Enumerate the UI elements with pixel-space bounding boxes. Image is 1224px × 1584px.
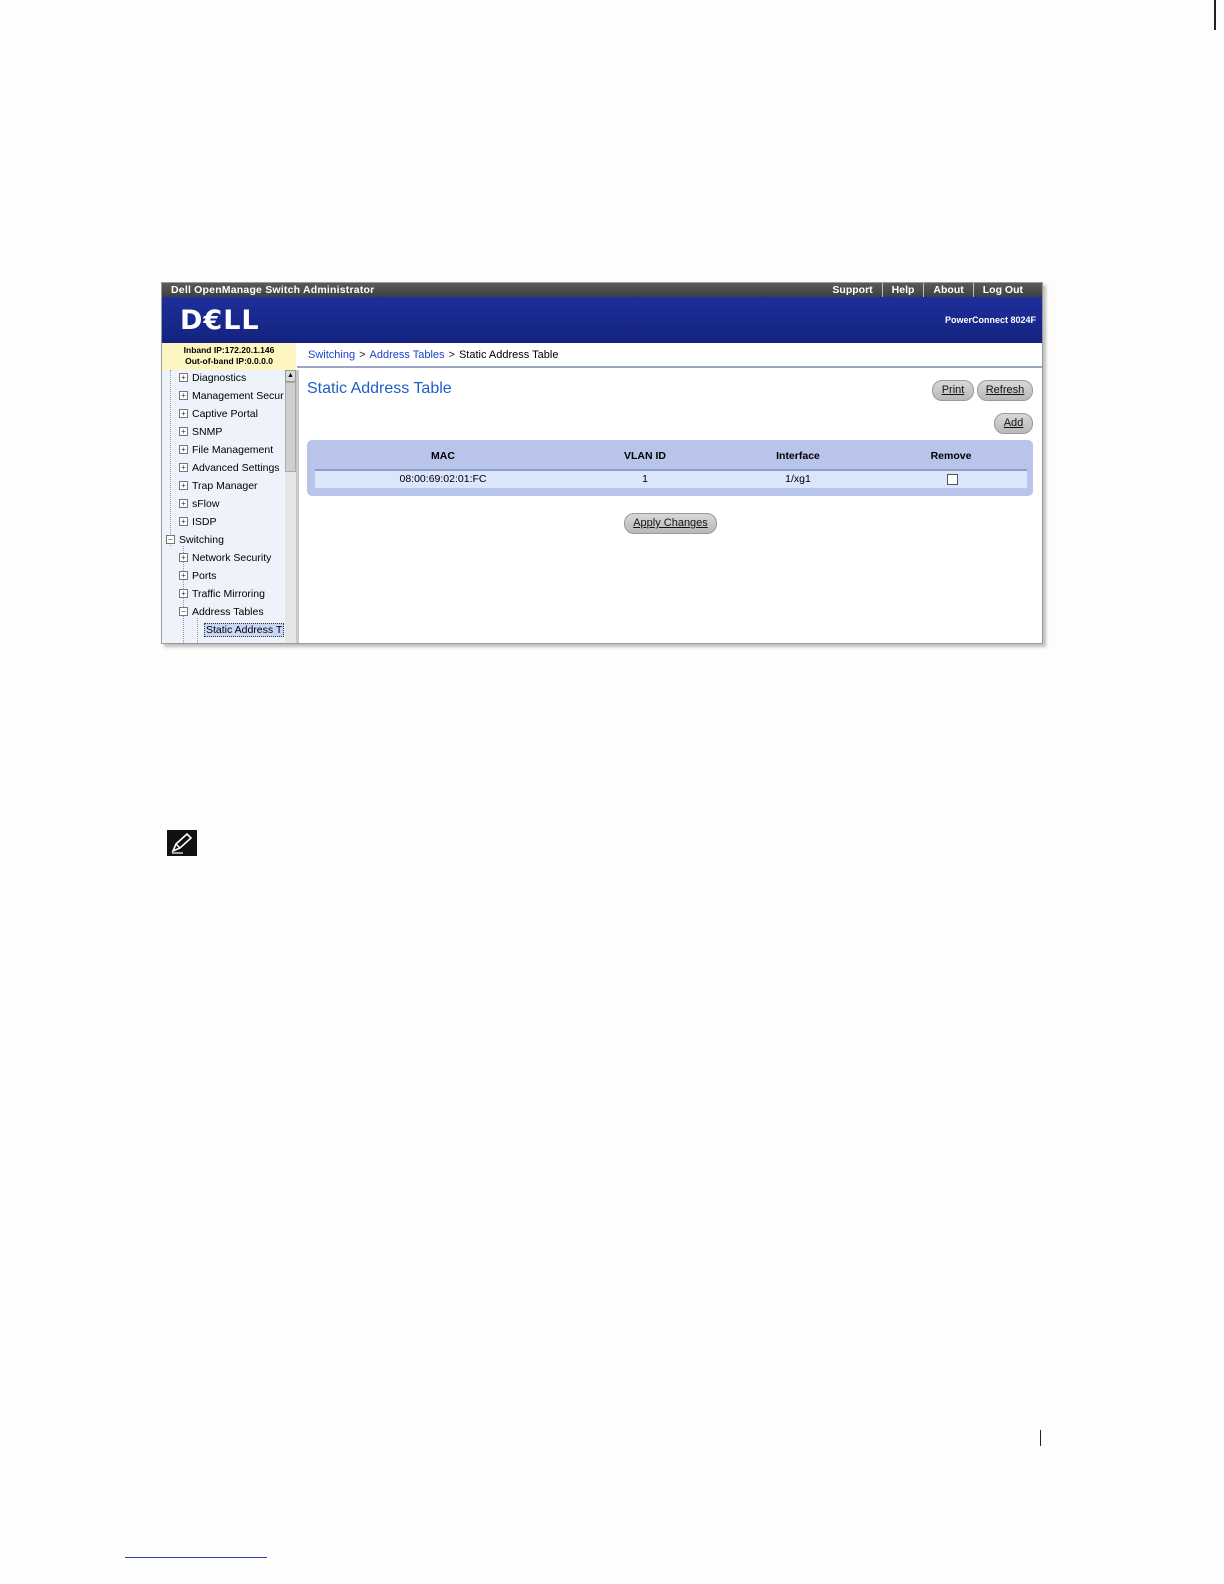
app-title: Dell OpenManage Switch Administrator (171, 284, 375, 296)
sidebar-item-static-address-table[interactable]: Static Address T (204, 622, 284, 640)
sidebar-scrollbar[interactable]: ▲ (285, 370, 296, 643)
breadcrumb-address-tables[interactable]: Address Tables (370, 349, 445, 361)
cell-interface: 1/xg1 (785, 473, 811, 485)
nav-tree-panel: + Diagnostics + Management Securi + Captive… (162, 370, 299, 643)
about-link[interactable]: About (923, 283, 972, 297)
main-content: Static Address Table Print Refresh Add M… (302, 370, 1042, 643)
breadcrumb: Switching > Address Tables > Static Address … (297, 343, 1042, 368)
sidebar-item-snmp[interactable]: + SNMP (179, 424, 222, 442)
remove-checkbox[interactable] (947, 474, 958, 485)
title-bar: Dell OpenManage Switch Administrator Sup… (162, 283, 1042, 297)
print-button[interactable]: Print (932, 380, 974, 401)
scroll-thumb[interactable] (285, 382, 296, 472)
sidebar-item-sflow[interactable]: + sFlow (179, 496, 219, 514)
sidebar-item-file-management[interactable]: + File Management (179, 442, 273, 460)
ip-info: Inband IP:172.20.1.146 Out-of-band IP:0.… (162, 343, 296, 370)
page-edge-rule (1214, 0, 1216, 30)
static-address-table: MAC VLAN ID Interface Remove 08:00:69:02… (307, 440, 1033, 496)
expand-icon[interactable]: + (179, 589, 188, 598)
expand-icon[interactable]: + (179, 427, 188, 436)
brand-banner: D€LL PowerConnect 8024F (162, 297, 1042, 343)
dell-logo: D€LL (180, 305, 260, 336)
help-link[interactable]: Help (881, 283, 924, 297)
sidebar-item-isdp[interactable]: + ISDP (179, 514, 217, 532)
inband-ip: Inband IP:172.20.1.146 (183, 345, 275, 355)
sidebar-item-trap-manager[interactable]: + Trap Manager (179, 478, 258, 496)
refresh-button[interactable]: Refresh (977, 380, 1033, 401)
table-row: 08:00:69:02:01:FC 1 1/xg1 (315, 471, 1027, 488)
note-pencil-icon (167, 830, 197, 856)
cell-vlan-id: 1 (642, 473, 648, 485)
scroll-up-arrow-icon[interactable]: ▲ (285, 370, 296, 382)
sidebar-item-management-security[interactable]: + Management Securi (179, 388, 284, 406)
model-name: PowerConnect 8024F (944, 315, 1036, 325)
sidebar-item-ports[interactable]: + Ports (179, 568, 217, 586)
footer-rule (125, 1557, 267, 1558)
logout-link[interactable]: Log Out (972, 283, 1032, 297)
expand-icon[interactable]: + (179, 373, 188, 382)
sidebar-item-switching[interactable]: − Switching (166, 532, 224, 550)
tree-connector (170, 370, 171, 546)
column-header-mac: MAC (431, 450, 455, 462)
support-link[interactable]: Support (823, 283, 881, 297)
out-of-band-ip: Out-of-band IP:0.0.0.0 (185, 356, 273, 366)
expand-icon[interactable]: + (179, 553, 188, 562)
breadcrumb-switching[interactable]: Switching (308, 349, 355, 361)
page-number-rule (1040, 1430, 1041, 1446)
sidebar-item-network-security[interactable]: + Network Security (179, 550, 271, 568)
sidebar-item-advanced-settings[interactable]: + Advanced Settings (179, 460, 280, 478)
column-header-remove: Remove (930, 450, 972, 462)
apply-changes-button[interactable]: Apply Changes (624, 513, 717, 534)
breadcrumb-separator: > (359, 349, 366, 361)
expand-icon[interactable]: + (179, 571, 188, 580)
expand-icon[interactable]: + (179, 391, 188, 400)
sidebar-item-diagnostics[interactable]: + Diagnostics (179, 370, 246, 388)
table-header: MAC VLAN ID Interface Remove (307, 450, 1033, 468)
switch-admin-window: Dell OpenManage Switch Administrator Sup… (161, 282, 1043, 644)
expand-icon[interactable]: + (179, 517, 188, 526)
top-links: Support Help About Log Out (823, 283, 1032, 297)
expand-icon[interactable]: + (179, 499, 188, 508)
collapse-icon[interactable]: − (166, 535, 175, 544)
expand-icon[interactable]: + (179, 463, 188, 472)
cell-mac: 08:00:69:02:01:FC (399, 473, 487, 485)
sidebar-item-captive-portal[interactable]: + Captive Portal (179, 406, 258, 424)
nav-tree: + Diagnostics + Management Securi + Captive… (162, 370, 284, 643)
breadcrumb-current: Static Address Table (458, 349, 559, 361)
column-header-vlan-id: VLAN ID (624, 450, 666, 462)
page-title: Static Address Table (307, 380, 452, 397)
breadcrumb-separator: > (448, 349, 455, 361)
collapse-icon[interactable]: − (179, 607, 188, 616)
sidebar-item-traffic-mirroring[interactable]: + Traffic Mirroring (179, 586, 265, 604)
expand-icon[interactable]: + (179, 445, 188, 454)
add-button[interactable]: Add (994, 413, 1033, 434)
sidebar-item-address-tables[interactable]: − Address Tables (179, 604, 264, 622)
expand-icon[interactable]: + (179, 409, 188, 418)
expand-icon[interactable]: + (179, 481, 188, 490)
column-header-interface: Interface (776, 450, 820, 462)
